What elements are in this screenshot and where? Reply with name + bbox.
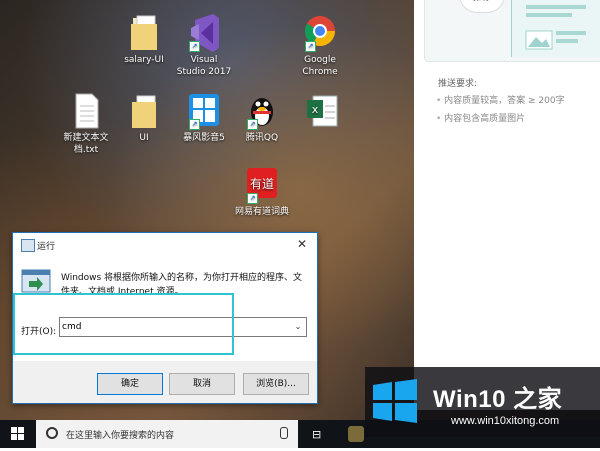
shortcut-arrow-icon: ↗: [189, 41, 200, 52]
preview-illustration: [511, 0, 600, 57]
search-placeholder: 在这里输入你要搜索的内容: [66, 431, 175, 441]
search-icon: [46, 427, 58, 439]
desktop-icon-label: Visual Studio 2017: [176, 55, 232, 77]
desktop-icon-excel[interactable]: x: [290, 92, 354, 132]
shortcut-arrow-icon: ↗: [189, 119, 200, 130]
excel-icon: x: [305, 92, 339, 130]
desktop-icon-visual-studio[interactable]: ↗ Visual Studio 2017: [172, 14, 236, 78]
svg-text:x: x: [312, 103, 319, 116]
text-file-icon: [69, 92, 103, 130]
microphone-icon[interactable]: [280, 427, 288, 439]
folder-icon: [127, 92, 161, 130]
list-item: 内容质量较高，答案 ≥ 200字: [436, 92, 564, 110]
windows-logo-icon: [373, 379, 417, 423]
watermark-url: www.win10xitong.com: [451, 415, 560, 427]
desktop-icon-label: 网易有道词典: [234, 207, 289, 217]
push-requirements-title: 推送要求:: [438, 79, 478, 89]
svg-text:有道: 有道: [250, 177, 274, 191]
run-dialog-titlebar[interactable]: 运行 ✕: [13, 233, 317, 257]
shortcut-arrow-icon: ↗: [247, 119, 258, 130]
chevron-down-icon[interactable]: ⌄: [292, 320, 304, 334]
run-dialog-title: 运行: [37, 242, 56, 252]
desktop-icon-new-text-file[interactable]: 新建文本文 档.txt: [54, 92, 118, 156]
folder-icon: [127, 14, 161, 52]
article-side-panel: 推荐 推送要求: 内容质量较高，答案 ≥ 200字 内容包含高质量图片: [414, 0, 600, 410]
desktop-icon-baofeng[interactable]: ↗ 暴风影音5: [172, 92, 236, 144]
visual-studio-icon: ↗: [187, 14, 221, 52]
desktop-icon-label: Google Chrome: [302, 55, 338, 77]
desktop-icon-label: 腾讯QQ: [245, 133, 279, 143]
close-icon[interactable]: ✕: [295, 237, 309, 251]
run-program-icon: [21, 269, 51, 295]
windows-logo-icon: [11, 427, 24, 440]
shortcut-arrow-icon: ↗: [305, 41, 316, 52]
win10-watermark: Win10 之家 www.win10xitong.com: [365, 367, 600, 437]
baofeng-player-icon: ↗: [187, 92, 221, 130]
start-button[interactable]: [0, 420, 36, 448]
desktop-icon-youdao[interactable]: 有道 ↗ 网易有道词典: [230, 166, 294, 218]
desktop-icon-label: 暴风影音5: [183, 133, 225, 143]
taskbar-search-box[interactable]: 在这里输入你要搜索的内容: [36, 420, 298, 448]
desktop-icon-label: 新建文本文 档.txt: [63, 133, 109, 155]
highlight-box: [13, 293, 234, 355]
desktop-icon-qq[interactable]: ↗ 腾讯QQ: [230, 92, 294, 144]
desktop-icon-google-chrome[interactable]: ↗ Google Chrome: [288, 14, 352, 78]
ok-button[interactable]: 确定: [97, 373, 163, 395]
pinned-app-icon[interactable]: [348, 426, 364, 442]
run-dialog-footer: 确定 取消 浏览(B)...: [13, 361, 317, 403]
preview-card: 推荐: [424, 0, 600, 62]
watermark-title: Win10 之家: [433, 386, 563, 413]
task-view-icon[interactable]: ⊟: [312, 428, 321, 441]
cancel-button[interactable]: 取消: [169, 373, 235, 395]
run-app-icon: [21, 239, 35, 252]
desktop-icon-salary-ui[interactable]: salary-UI: [112, 14, 176, 66]
list-item: 内容包含高质量图片: [436, 110, 565, 128]
desktop-icon-label: UI: [139, 133, 149, 143]
browse-button[interactable]: 浏览(B)...: [243, 373, 309, 395]
desktop-icon-label: salary-UI: [124, 55, 164, 65]
youdao-dictionary-icon: 有道 ↗: [245, 166, 279, 204]
requirements-list: 内容质量较高，答案 ≥ 200字 内容包含高质量图片: [436, 92, 565, 128]
preview-tag: 推荐: [459, 0, 505, 13]
shortcut-arrow-icon: ↗: [247, 193, 258, 204]
desktop-icon-ui-folder[interactable]: UI: [112, 92, 176, 144]
qq-penguin-icon: ↗: [245, 92, 279, 130]
chrome-icon: ↗: [303, 14, 337, 52]
